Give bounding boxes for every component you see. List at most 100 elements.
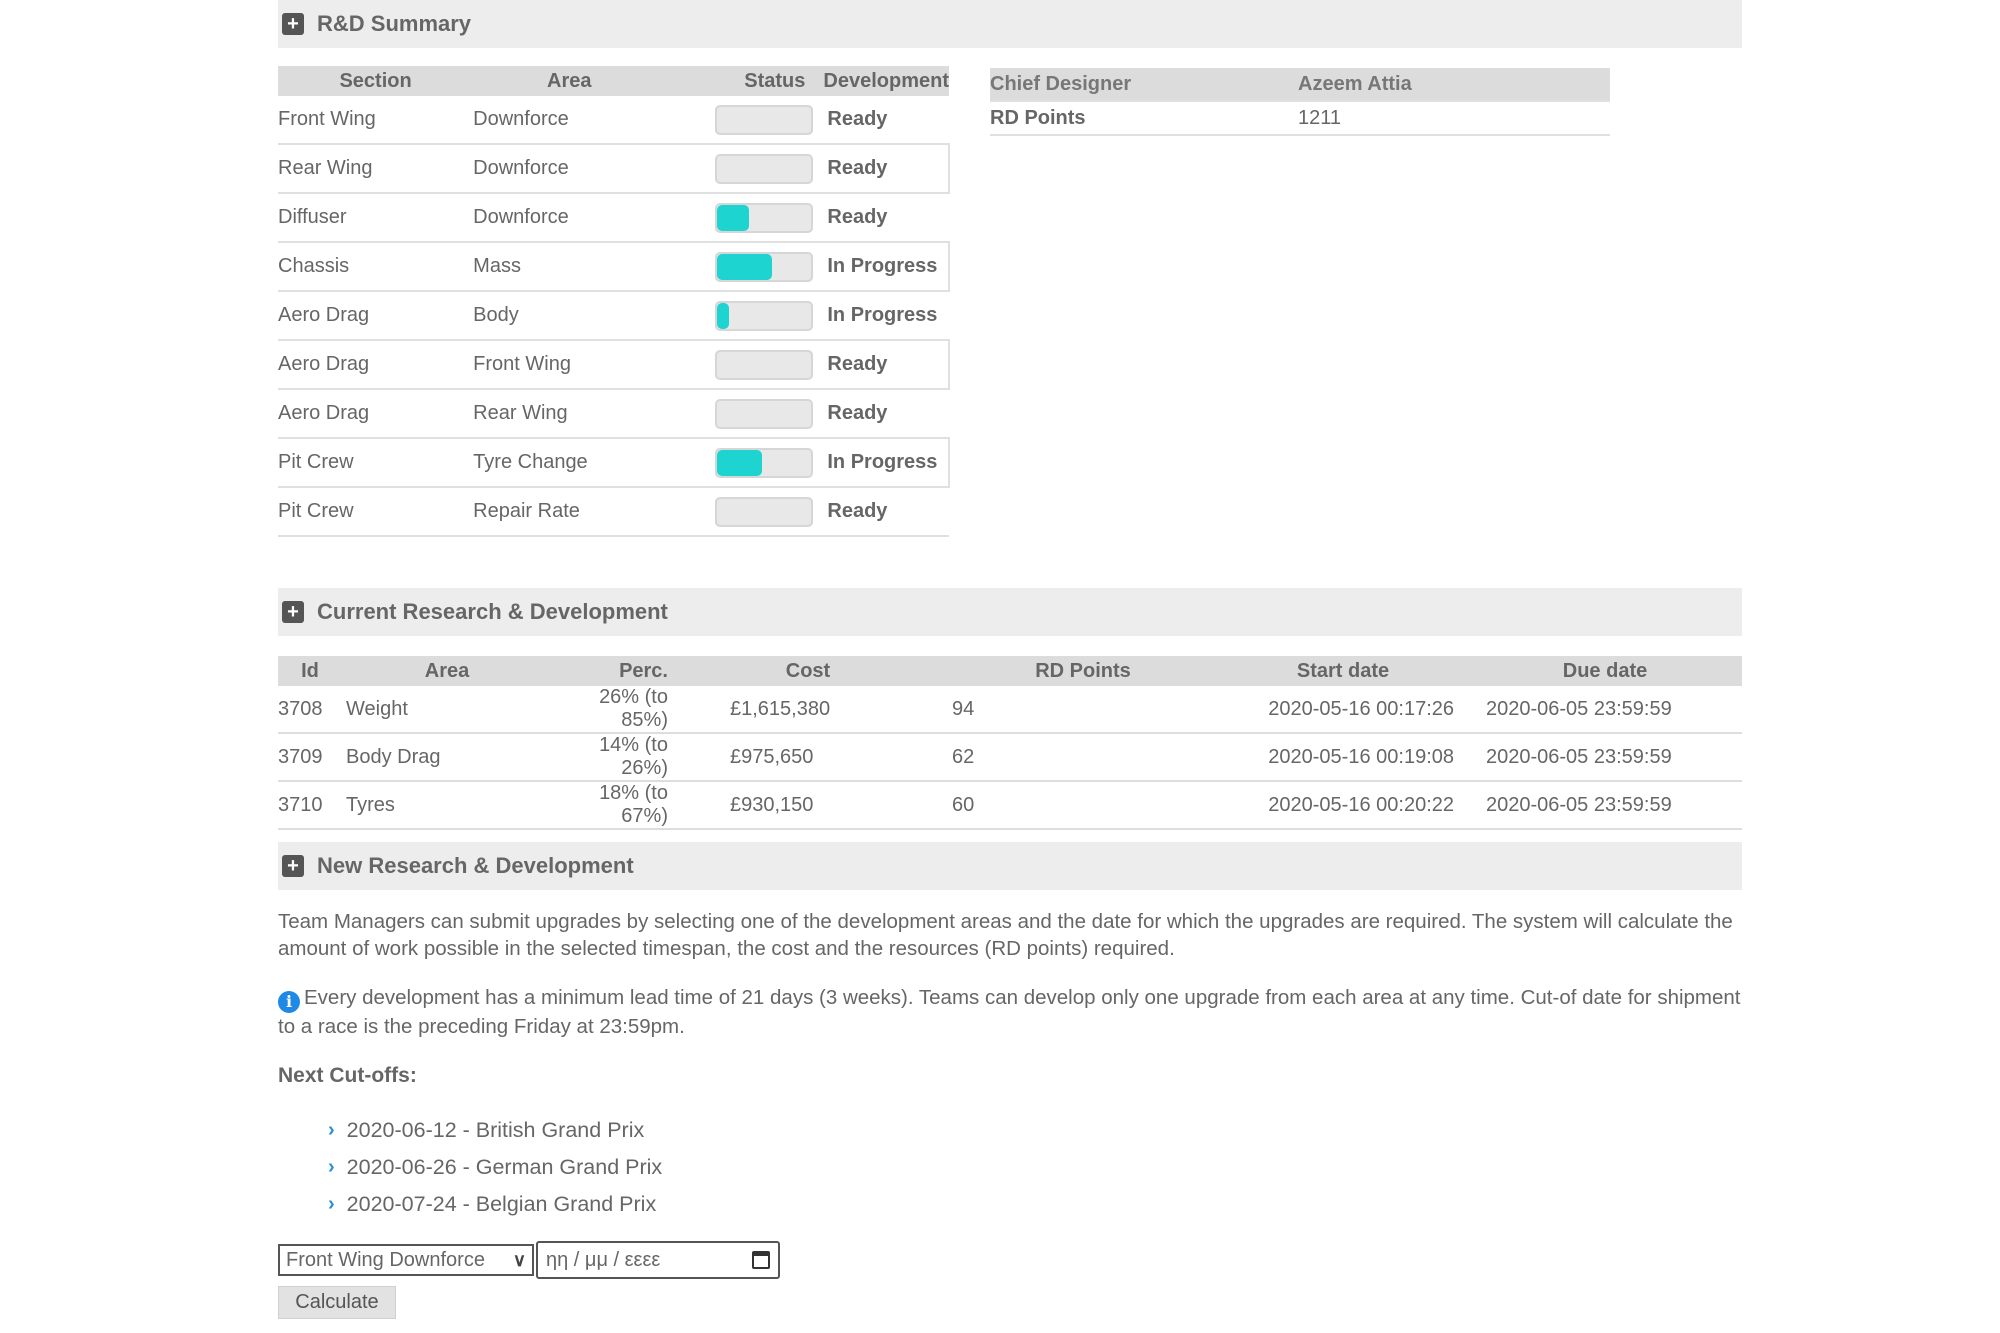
current-rd-table: Id Area Perc. Cost RD Points Start date … [278, 656, 1742, 830]
area-cell: Downforce [473, 143, 666, 194]
area-cell: Front Wing [473, 339, 666, 390]
lead-time-note-text: Every development has a minimum lead tim… [278, 986, 1741, 1038]
progress-bar [715, 202, 814, 233]
progress-bar [715, 496, 814, 527]
rd-points-label: RD Points [990, 101, 1298, 136]
column-header-area: Area [473, 66, 666, 96]
cutoffs-list: › 2020-06-12 - British Grand Prix › 2020-0… [328, 1112, 662, 1223]
development-cell: Ready [813, 193, 949, 243]
calculate-button[interactable]: Calculate [278, 1286, 396, 1319]
perc-cell: 26% (to 85%) [552, 686, 668, 734]
development-cell: Ready [813, 96, 949, 145]
progress-fill [717, 302, 729, 329]
status-cell [665, 96, 814, 145]
id-cell: 3708 [278, 686, 342, 734]
table-row: Pit Crew Tyre Change In Progress [278, 437, 950, 488]
rd-points-cell: 60 [948, 781, 1218, 830]
designer-info-table: Chief Designer Azeem Attia RD Points 121… [990, 68, 1610, 136]
new-rd-header[interactable]: + New Research & Development [278, 842, 1742, 890]
rd-points-cell: 94 [948, 686, 1218, 734]
area-cell: Body [473, 291, 666, 341]
rd-summary-header[interactable]: + R&D Summary [278, 0, 1742, 48]
progress-fill [717, 449, 762, 476]
progress-bar [715, 104, 814, 135]
table-row: Rear Wing Downforce Ready [278, 143, 950, 194]
cost-cell: £975,650 [668, 733, 948, 782]
table-row: 3709 Body Drag 14% (to 26%) £975,650 62 2020-… [278, 733, 1742, 782]
development-cell: In Progress [813, 437, 950, 488]
current-rd-header[interactable]: + Current Research & Development [278, 588, 1742, 636]
status-cell [665, 143, 814, 194]
list-item: › 2020-06-26 - German Grand Prix [328, 1149, 662, 1186]
chief-designer-label: Chief Designer [990, 68, 1298, 102]
area-cell: Downforce [473, 193, 666, 243]
status-cell [665, 437, 814, 488]
cutoff-text: 2020-06-26 - German Grand Prix [346, 1155, 663, 1179]
rd-points-row: RD Points 1211 [990, 101, 1610, 136]
chevron-right-icon: › [328, 1156, 335, 1178]
list-item: › 2020-06-12 - British Grand Prix [328, 1112, 662, 1149]
area-cell: Mass [473, 241, 666, 292]
development-cell: Ready [813, 143, 950, 194]
expand-plus-icon[interactable]: + [282, 13, 304, 35]
development-cell: In Progress [813, 291, 949, 341]
expand-plus-icon[interactable]: + [282, 601, 304, 623]
lead-time-note: i Every development has a minimum lead ti… [278, 984, 1744, 1040]
column-header-development: Development [813, 66, 949, 96]
progress-bar [715, 447, 814, 478]
section-cell: Pit Crew [278, 487, 474, 537]
area-cell: Tyres [342, 781, 552, 830]
progress-fill [717, 253, 772, 280]
status-cell [665, 241, 814, 292]
info-icon: i [278, 991, 300, 1013]
table-row: Pit Crew Repair Rate Ready [278, 487, 949, 537]
section-cell: Diffuser [278, 193, 474, 243]
area-cell: Downforce [473, 96, 666, 145]
area-cell: Rear Wing [473, 389, 666, 439]
page-content: + R&D Summary Section Area Status Develo… [278, 0, 1742, 1319]
cutoffs-title: Next Cut-offs: [278, 1064, 417, 1087]
expand-plus-icon[interactable]: + [282, 855, 304, 877]
chevron-down-icon: ∨ [512, 1249, 526, 1270]
id-cell: 3710 [278, 781, 342, 830]
section-title: R&D Summary [317, 11, 472, 36]
calendar-icon[interactable] [752, 1251, 770, 1269]
section-cell: Aero Drag [278, 389, 474, 439]
table-header-row: Section Area Status Development [278, 66, 949, 96]
progress-bar [715, 153, 814, 184]
status-cell [665, 389, 814, 439]
start-date-cell: 2020-05-16 00:17:26 [1218, 686, 1468, 734]
progress-bar [715, 398, 814, 429]
section-cell: Front Wing [278, 96, 474, 145]
column-header-start-date: Start date [1218, 656, 1468, 686]
area-select[interactable]: Front Wing Downforce ∨ [278, 1244, 534, 1276]
table-row: Aero Drag Rear Wing Ready [278, 389, 949, 439]
status-cell [665, 291, 814, 341]
perc-cell: 14% (to 26%) [552, 733, 668, 782]
table-row: Aero Drag Front Wing Ready [278, 339, 950, 390]
date-placeholder: ηη / μμ / εεεε [546, 1248, 661, 1271]
status-cell [665, 193, 814, 243]
development-cell: Ready [813, 339, 950, 390]
table-row: 3708 Weight 26% (to 85%) £1,615,380 94 2020-0… [278, 686, 1742, 734]
area-cell: Tyre Change [473, 437, 666, 488]
development-cell: In Progress [813, 241, 950, 292]
column-header-area: Area [342, 656, 552, 686]
development-cell: Ready [813, 487, 949, 537]
start-date-cell: 2020-05-16 00:20:22 [1218, 781, 1468, 830]
column-header-section: Section [278, 66, 474, 96]
section-cell: Rear Wing [278, 143, 474, 194]
new-rd-form: Front Wing Downforce ∨ ηη / μμ / εεεε [278, 1241, 780, 1279]
progress-fill [717, 204, 750, 231]
column-header-due-date: Due date [1468, 656, 1742, 686]
date-input[interactable]: ηη / μμ / εεεε [536, 1241, 780, 1279]
area-cell: Weight [342, 686, 552, 734]
rd-points-cell: 62 [948, 733, 1218, 782]
section-cell: Aero Drag [278, 339, 474, 390]
table-row: Front Wing Downforce Ready [278, 96, 949, 145]
start-date-cell: 2020-05-16 00:19:08 [1218, 733, 1468, 782]
rd-points-value: 1211 [1298, 101, 1610, 136]
cost-cell: £1,615,380 [668, 686, 948, 734]
column-header-rd-points: RD Points [948, 656, 1218, 686]
chief-designer-value: Azeem Attia [1298, 68, 1610, 102]
